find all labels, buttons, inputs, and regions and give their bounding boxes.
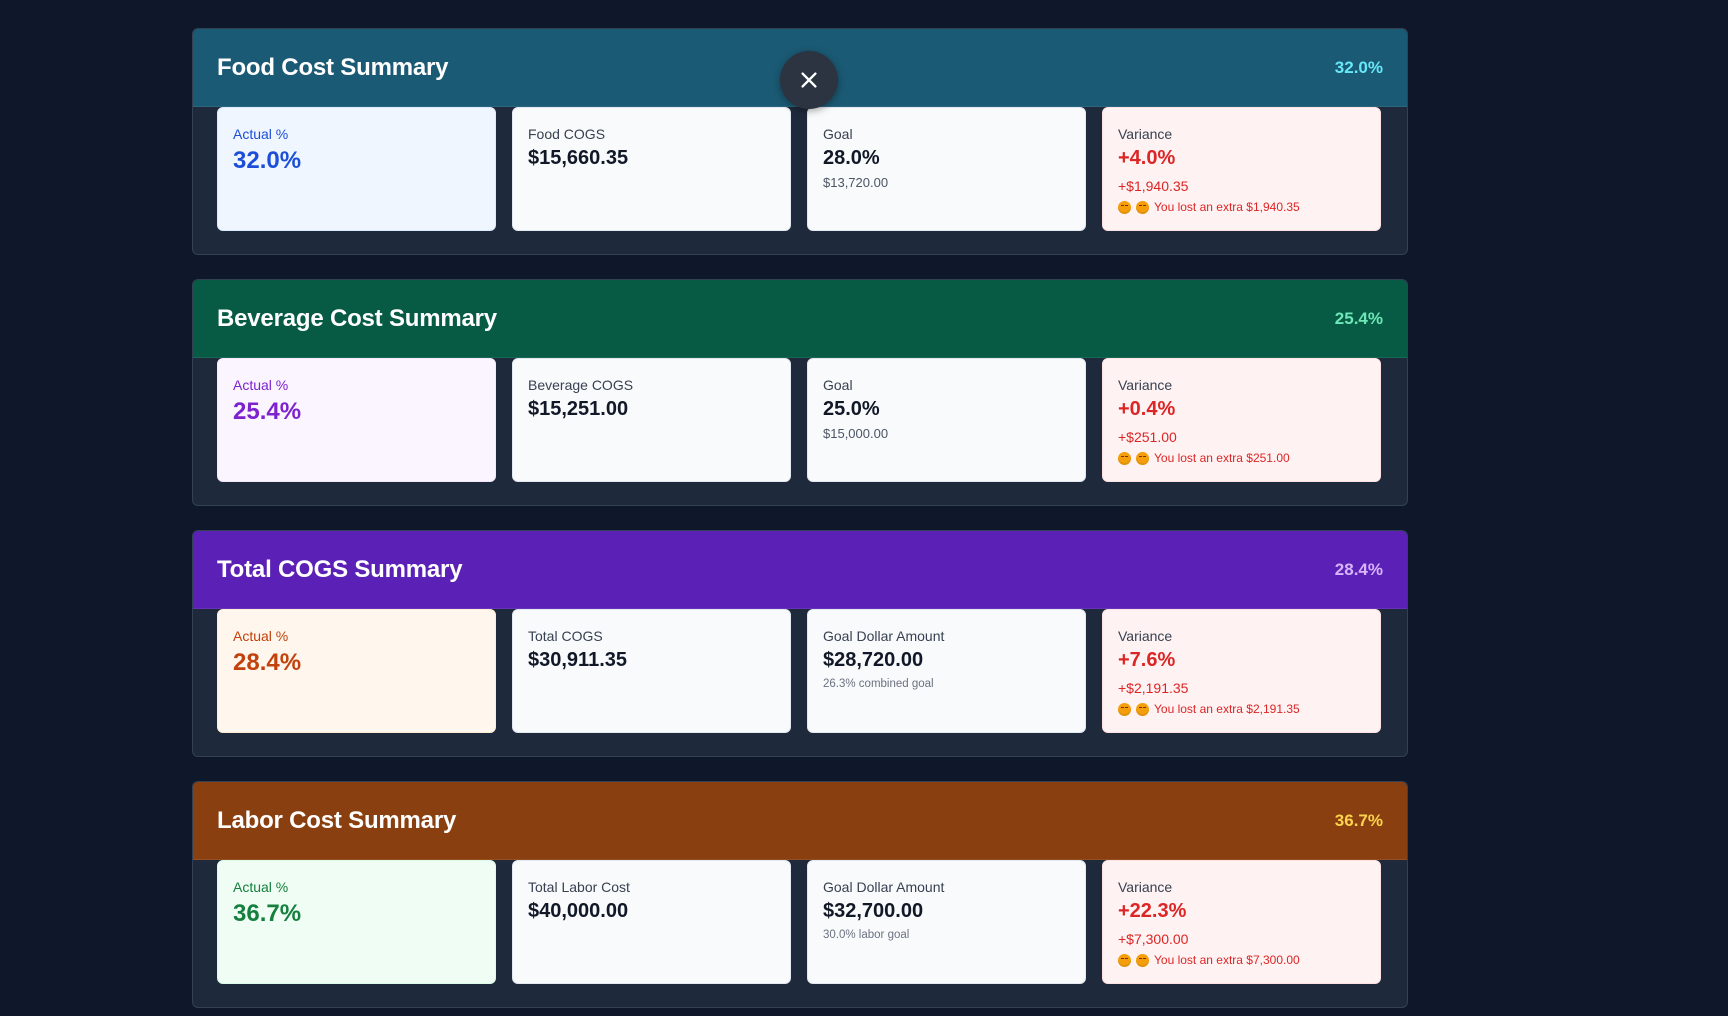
goal-label: Goal	[823, 126, 853, 142]
cogs-value: $15,660.35	[528, 147, 629, 169]
card-title: Total COGS Summary	[217, 555, 463, 583]
goal-dollar-amount: $13,720.00	[823, 175, 889, 190]
goal-value: $32,700.00	[823, 900, 924, 922]
actual-value: 25.4%	[233, 398, 302, 425]
variance-note-text: You lost an extra $1,940.35	[1154, 200, 1300, 214]
close-button[interactable]	[780, 51, 838, 109]
variance-label: Variance	[1118, 879, 1173, 895]
actual-label: Actual %	[233, 628, 289, 644]
metric-tiles: Actual % 36.7% Total Labor Cost $40,000.…	[193, 860, 1407, 984]
goal-label: Goal Dollar Amount	[823, 628, 945, 644]
actual-percent-tile: Actual % 25.4%	[217, 358, 496, 482]
cogs-value: $30,911.35	[528, 649, 627, 671]
sad-face-icon	[1136, 200, 1149, 214]
variance-value: +4.0%	[1118, 147, 1176, 169]
metric-tiles: Actual % 32.0% Food COGS $15,660.35 Goal…	[193, 107, 1407, 231]
variance-note: You lost an extra $251.00	[1118, 451, 1365, 465]
variance-label: Variance	[1118, 628, 1173, 644]
sad-face-icon	[1118, 451, 1131, 465]
actual-label: Actual %	[233, 377, 289, 393]
sad-face-icon	[1118, 200, 1131, 214]
sad-face-icon	[1136, 451, 1149, 465]
variance-note-text: You lost an extra $251.00	[1154, 451, 1290, 465]
sad-face-icon	[1118, 953, 1131, 967]
goal-value: $28,720.00	[823, 649, 924, 671]
variance-value: +7.6%	[1118, 649, 1176, 671]
variance-note: You lost an extra $1,940.35	[1118, 200, 1365, 214]
goal-label: Goal Dollar Amount	[823, 879, 945, 895]
close-icon	[801, 72, 817, 88]
actual-percent-tile: Actual % 36.7%	[217, 860, 496, 984]
variance-amount: +$251.00	[1118, 429, 1177, 445]
variance-amount: +$2,191.35	[1118, 680, 1189, 696]
card-header: Beverage Cost Summary 25.4%	[193, 280, 1407, 358]
cogs-tile: Total Labor Cost $40,000.00	[512, 860, 791, 984]
actual-label: Actual %	[233, 879, 289, 895]
actual-percent-tile: Actual % 32.0%	[217, 107, 496, 231]
variance-tile: Variance +22.3% +$7,300.00 You lost an e…	[1102, 860, 1381, 984]
summary-page: Food Cost Summary 32.0% Actual % 32.0% F…	[0, 0, 1728, 1016]
cogs-tile: Food COGS $15,660.35	[512, 107, 791, 231]
cogs-label: Total Labor Cost	[528, 879, 630, 895]
variance-tile: Variance +4.0% +$1,940.35 You lost an ex…	[1102, 107, 1381, 231]
metric-tiles: Actual % 28.4% Total COGS $30,911.35 Goa…	[193, 609, 1407, 733]
cogs-value: $15,251.00	[528, 398, 629, 420]
header-percentage: 32.0%	[1334, 57, 1383, 77]
card-header: Total COGS Summary 28.4%	[193, 531, 1407, 609]
goal-value: 28.0%	[823, 147, 880, 169]
total-cogs-summary-card: Total COGS Summary 28.4% Actual % 28.4% …	[192, 530, 1408, 757]
header-percentage: 28.4%	[1334, 559, 1383, 579]
goal-label: Goal	[823, 377, 853, 393]
card-title: Food Cost Summary	[217, 53, 449, 81]
metric-tiles: Actual % 25.4% Beverage COGS $15,251.00 …	[193, 358, 1407, 482]
cogs-tile: Total COGS $30,911.35	[512, 609, 791, 733]
actual-value: 28.4%	[233, 649, 302, 676]
variance-value: +0.4%	[1118, 398, 1176, 420]
actual-label: Actual %	[233, 126, 289, 142]
variance-label: Variance	[1118, 126, 1173, 142]
variance-value: +22.3%	[1118, 900, 1187, 922]
card-title: Labor Cost Summary	[217, 806, 457, 834]
goal-tile: Goal 28.0% $13,720.00	[807, 107, 1086, 231]
actual-value: 36.7%	[233, 900, 302, 927]
goal-tile: Goal 25.0% $15,000.00	[807, 358, 1086, 482]
labor-cost-summary-card: Labor Cost Summary 36.7% Actual % 36.7% …	[192, 781, 1408, 1008]
beverage-cost-summary-card: Beverage Cost Summary 25.4% Actual % 25.…	[192, 279, 1408, 506]
actual-value: 32.0%	[233, 147, 302, 174]
variance-note-text: You lost an extra $2,191.35	[1154, 702, 1300, 716]
goal-tile: Goal Dollar Amount $28,720.00 26.3% comb…	[807, 609, 1086, 733]
cogs-tile: Beverage COGS $15,251.00	[512, 358, 791, 482]
header-percentage: 25.4%	[1334, 308, 1383, 328]
card-header: Labor Cost Summary 36.7%	[193, 782, 1407, 860]
goal-note: 26.3% combined goal	[823, 678, 934, 690]
variance-amount: +$7,300.00	[1118, 931, 1189, 947]
card-title: Beverage Cost Summary	[217, 304, 497, 332]
sad-face-icon	[1118, 702, 1131, 716]
variance-amount: +$1,940.35	[1118, 178, 1189, 194]
sad-face-icon	[1136, 702, 1149, 716]
cogs-label: Beverage COGS	[528, 377, 634, 393]
variance-label: Variance	[1118, 377, 1173, 393]
variance-tile: Variance +0.4% +$251.00 You lost an extr…	[1102, 358, 1381, 482]
variance-note: You lost an extra $2,191.35	[1118, 702, 1365, 716]
actual-percent-tile: Actual % 28.4%	[217, 609, 496, 733]
header-percentage: 36.7%	[1334, 810, 1383, 830]
goal-value: 25.0%	[823, 398, 880, 420]
goal-note: 30.0% labor goal	[823, 929, 910, 941]
goal-tile: Goal Dollar Amount $32,700.00 30.0% labo…	[807, 860, 1086, 984]
variance-tile: Variance +7.6% +$2,191.35 You lost an ex…	[1102, 609, 1381, 733]
variance-note-text: You lost an extra $7,300.00	[1154, 953, 1300, 967]
sad-face-icon	[1136, 953, 1149, 967]
goal-dollar-amount: $15,000.00	[823, 426, 889, 441]
cogs-value: $40,000.00	[528, 900, 629, 922]
cogs-label: Food COGS	[528, 126, 606, 142]
variance-note: You lost an extra $7,300.00	[1118, 953, 1365, 967]
cogs-label: Total COGS	[528, 628, 603, 644]
